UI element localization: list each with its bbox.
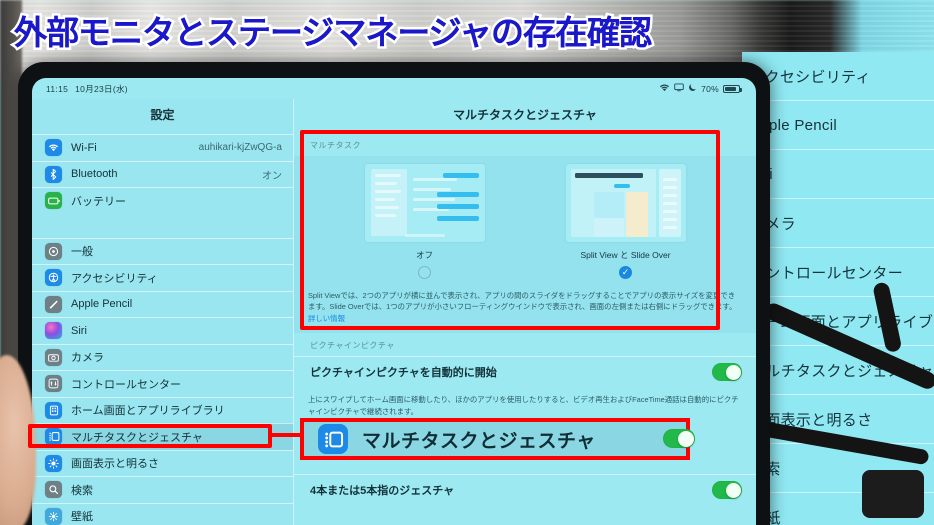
sidebar-item-general[interactable]: 一般 (32, 237, 293, 265)
brightness-icon (45, 454, 62, 472)
sidebar-item-multitasking[interactable]: マルチタスクとジェスチャ (32, 423, 293, 450)
ext-monitor-row: アクセシビリティ (742, 52, 934, 101)
sidebar-item-label: カメラ (71, 352, 104, 365)
sidebar-item-wifi[interactable]: Wi-Fi auhikari-kjZwQG-a (32, 134, 293, 161)
sidebar-group-connectivity: Wi-Fi auhikari-kjZwQG-a Bluetooth オン バッテ… (32, 134, 293, 214)
sidebar-item-label: Apple Pencil (71, 298, 133, 311)
multifinger-gesture-toggle[interactable] (712, 481, 742, 500)
multitask-option-label: Split View と Slide Over (580, 250, 671, 260)
pip-auto-start-label: ピクチャインピクチャを自動的に開始 (310, 367, 497, 380)
callout-toggle[interactable] (663, 429, 695, 448)
sidebar-item-home-screen[interactable]: ホーム画面とアプリライブラリ (32, 396, 293, 424)
more-info-link[interactable]: 詳しい情報 (308, 314, 345, 323)
ext-monitor-row: コントロールセンター (742, 248, 934, 297)
ext-monitor-row: Siri (742, 150, 934, 199)
sidebar-item-label: 画面表示と明るさ (71, 458, 159, 471)
battery-icon (723, 84, 742, 93)
pip-auto-start-toggle[interactable] (712, 363, 742, 382)
wifi-icon (45, 139, 62, 157)
sidebar-item-display-brightness[interactable]: 画面表示と明るさ (32, 449, 293, 477)
sidebar-item-control-center[interactable]: コントロールセンター (32, 370, 293, 397)
settings-detail-pane: マルチタスクとジェスチャ マルチタスク オフ Split View と Slid… (294, 99, 756, 525)
multitasking-icon (318, 424, 348, 454)
wifi-icon (659, 83, 670, 94)
callout-connector-line (268, 433, 304, 437)
screen-mirroring-icon (674, 83, 684, 94)
pencil-icon (45, 295, 62, 313)
multifinger-gesture-label: 4本または5本指のジェスチャ (310, 485, 455, 498)
status-date: 10月23日(水) (75, 83, 128, 94)
sidebar-item-label: コントロールセンター (71, 378, 181, 391)
sidebar-item-label: Bluetooth (71, 168, 118, 181)
accessibility-icon (45, 269, 62, 287)
sidebar-item-label: アクセシビリティ (71, 272, 158, 285)
photo-scene: アクセシビリティ Apple Pencil Siri カメラ コントロールセンタ… (0, 0, 934, 525)
multitask-options: オフ Split View と Slide Over ✓ (294, 156, 756, 283)
sidebar-item-label: Siri (71, 324, 87, 337)
sidebar-group-system: 一般 アクセシビリティ Apple Pencil Siri カメラ コントロール… (32, 237, 293, 525)
multitask-option-splitview[interactable]: Split View と Slide Over ✓ (551, 164, 701, 279)
sidebar-item-label: 検索 (71, 484, 93, 497)
section-header-pip: ピクチャインピクチャ (310, 341, 395, 351)
sidebar-item-battery[interactable]: バッテリー (32, 187, 293, 214)
sidebar-title: 設定 (150, 108, 175, 122)
ext-monitor-row: カメラ (742, 199, 934, 248)
settings-sidebar: 設定 Wi-Fi auhikari-kjZwQG-a Bluetooth オン … (32, 99, 294, 525)
multitasking-icon (45, 428, 62, 446)
settings-app: 設定 Wi-Fi auhikari-kjZwQG-a Bluetooth オン … (32, 99, 756, 525)
zoom-callout-multitasking: マルチタスクとジェスチャ (300, 418, 690, 460)
battery-percent: 70% (701, 83, 719, 94)
camera-icon (45, 348, 62, 366)
ext-row-label: コントロールセンター (750, 264, 904, 282)
sidebar-item-label: マルチタスクとジェスチャ (71, 431, 203, 444)
sidebar-item-search[interactable]: 検索 (32, 476, 293, 503)
radio-splitview[interactable]: ✓ (619, 266, 632, 279)
ext-monitor-row: Apple Pencil (742, 101, 934, 150)
single-app-preview (364, 164, 485, 242)
callout-label: マルチタスクとジェスチャ (362, 430, 596, 452)
sidebar-item-label: バッテリー (71, 195, 126, 208)
cable-connector (862, 470, 924, 518)
home-screen-icon (45, 401, 62, 419)
sidebar-item-wallpaper[interactable]: 壁紙 (32, 502, 293, 525)
sidebar-item-value: オン (262, 170, 282, 182)
sidebar-item-label: ホーム画面とアプリライブラリ (71, 405, 225, 418)
status-bar: 11:15 10月23日(水) 70% (32, 78, 756, 99)
section-header-multitask: マルチタスク (310, 141, 361, 150)
siri-icon (45, 322, 62, 340)
battery-icon (45, 192, 62, 210)
multifinger-gesture-row[interactable]: 4本または5本指のジェスチャ (294, 474, 756, 505)
sidebar-item-bluetooth[interactable]: Bluetooth オン (32, 160, 293, 188)
search-icon (45, 481, 62, 499)
sidebar-item-value: auhikari-kjZwQG-a (198, 142, 282, 154)
pip-auto-start-row[interactable]: ピクチャインピクチャを自動的に開始 (294, 356, 756, 387)
video-title: 外部モニタとステージマネージャの存在確認 (14, 14, 652, 51)
wallpaper-icon (45, 507, 62, 525)
control-center-icon (45, 375, 62, 393)
do-not-disturb-icon (688, 83, 697, 94)
bluetooth-icon (45, 165, 62, 183)
sidebar-item-label: 一般 (71, 246, 93, 259)
multitask-description: Split Viewでは、2つのアプリが横に並んで表示され、アプリの間のスライダ… (294, 283, 756, 333)
multitask-card: オフ Split View と Slide Over ✓ Split Viewで… (294, 156, 756, 334)
multitask-option-label: オフ (415, 250, 433, 260)
sidebar-item-label: Wi-Fi (71, 141, 97, 154)
gear-icon (45, 242, 62, 260)
sidebar-item-siri[interactable]: Siri (32, 317, 293, 344)
multitask-description-text: Split Viewでは、2つのアプリが横に並んで表示され、アプリの間のスライダ… (308, 291, 737, 312)
sidebar-item-camera[interactable]: カメラ (32, 343, 293, 371)
sidebar-group-spacer (32, 214, 293, 236)
page-title: マルチタスクとジェスチャ (453, 108, 597, 122)
radio-off[interactable] (418, 266, 431, 279)
sidebar-item-accessibility[interactable]: アクセシビリティ (32, 264, 293, 291)
sidebar-item-apple-pencil[interactable]: Apple Pencil (32, 290, 293, 318)
sidebar-item-label: 壁紙 (71, 511, 93, 524)
status-time: 11:15 (46, 83, 69, 94)
multitask-option-off[interactable]: オフ (350, 164, 500, 279)
split-view-preview (565, 164, 686, 242)
